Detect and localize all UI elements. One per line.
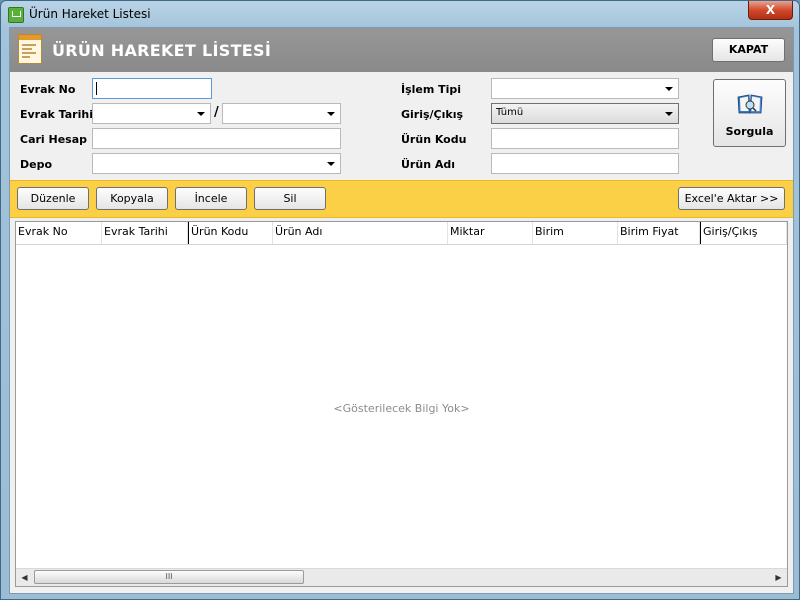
window-title: Ürün Hareket Listesi xyxy=(29,7,151,21)
giris-cikis-select[interactable]: Tümü xyxy=(491,103,679,124)
app-window: Ürün Hareket Listesi X ÜRÜN HAREKET LİST… xyxy=(0,0,800,600)
action-toolbar: Düzenle Kopyala İncele Sil Excel'e Aktar… xyxy=(10,180,793,218)
scrollbar-thumb[interactable]: III xyxy=(34,570,304,584)
chevron-down-icon xyxy=(665,112,673,116)
evrak-tarihi-end-select[interactable] xyxy=(222,103,341,124)
query-button[interactable]: Sorgula xyxy=(713,79,786,147)
depo-select[interactable] xyxy=(92,153,341,174)
cart-icon xyxy=(8,7,24,23)
column-header-giris-cikis[interactable]: Giriş/Çıkış xyxy=(700,222,787,244)
horizontal-scrollbar[interactable]: ◀ III ▶ xyxy=(16,568,787,586)
chevron-down-icon xyxy=(327,162,335,166)
copy-button[interactable]: Kopyala xyxy=(96,187,168,210)
delete-button[interactable]: Sil xyxy=(254,187,326,210)
empty-grid-message: <Gösterilecek Bilgi Yok> xyxy=(333,402,470,415)
close-form-button[interactable]: KAPAT xyxy=(712,38,785,62)
evrak-no-input[interactable] xyxy=(92,78,212,99)
date-range-separator: / xyxy=(214,105,219,120)
chevron-down-icon xyxy=(197,112,205,116)
column-header-evrak-no[interactable]: Evrak No xyxy=(16,222,102,244)
column-header-evrak-tarihi[interactable]: Evrak Tarihi xyxy=(102,222,188,244)
column-header-urun-adi[interactable]: Ürün Adı xyxy=(273,222,448,244)
document-list-icon xyxy=(18,34,42,64)
urun-kodu-label: Ürün Kodu xyxy=(401,133,467,146)
scroll-left-icon[interactable]: ◀ xyxy=(16,569,33,586)
giris-cikis-label: Giriş/Çıkış xyxy=(401,108,464,121)
window-close-button[interactable]: X xyxy=(748,1,793,20)
column-header-birim-fiyat[interactable]: Birim Fiyat xyxy=(618,222,700,244)
text-caret xyxy=(96,82,97,95)
query-button-label: Sorgula xyxy=(725,125,774,138)
form-client-area: ÜRÜN HAREKET LİSTESİ KAPAT Evrak No Evra… xyxy=(9,27,794,594)
urun-kodu-input[interactable] xyxy=(491,128,679,149)
page-title: ÜRÜN HAREKET LİSTESİ xyxy=(52,41,272,60)
title-bar[interactable]: Ürün Hareket Listesi X xyxy=(1,1,799,27)
chevron-down-icon xyxy=(665,87,673,91)
cari-hesap-input[interactable] xyxy=(92,128,341,149)
column-header-urun-kodu[interactable]: Ürün Kodu xyxy=(188,222,273,244)
urun-adi-input[interactable] xyxy=(491,153,679,174)
islem-tipi-label: İşlem Tipi xyxy=(401,83,462,96)
form-header: ÜRÜN HAREKET LİSTESİ KAPAT xyxy=(10,28,793,72)
islem-tipi-select[interactable] xyxy=(491,78,679,99)
scroll-right-icon[interactable]: ▶ xyxy=(770,569,787,586)
edit-button[interactable]: Düzenle xyxy=(17,187,89,210)
cari-hesap-label: Cari Hesap xyxy=(20,133,88,146)
grid-header: Evrak No Evrak Tarihi Ürün Kodu Ürün Adı… xyxy=(16,222,787,245)
inspect-button[interactable]: İncele xyxy=(175,187,247,210)
chevron-down-icon xyxy=(327,112,335,116)
evrak-no-label: Evrak No xyxy=(20,83,76,96)
book-search-icon xyxy=(737,94,763,114)
depo-label: Depo xyxy=(20,158,53,171)
export-excel-button[interactable]: Excel'e Aktar >> xyxy=(678,187,785,210)
column-header-miktar[interactable]: Miktar xyxy=(448,222,533,244)
evrak-tarihi-start-select[interactable] xyxy=(92,103,211,124)
giris-cikis-value: Tümü xyxy=(496,107,524,118)
urun-adi-label: Ürün Adı xyxy=(401,158,456,171)
movement-grid[interactable]: Evrak No Evrak Tarihi Ürün Kodu Ürün Adı… xyxy=(15,221,788,587)
column-header-birim[interactable]: Birim xyxy=(533,222,618,244)
evrak-tarihi-label: Evrak Tarihi xyxy=(20,108,93,121)
